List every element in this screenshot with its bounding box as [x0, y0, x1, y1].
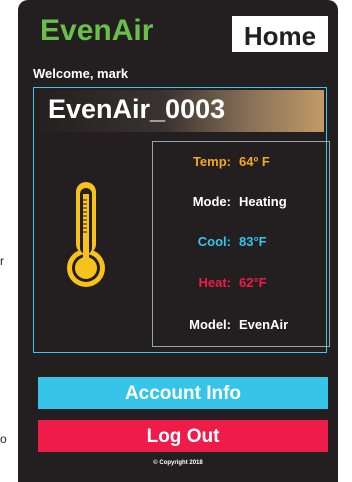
temp-row: Temp: 64º F — [153, 154, 329, 174]
account-info-button[interactable]: Account Info — [38, 377, 328, 409]
device-name-bar: EvenAir_0003 — [36, 90, 324, 132]
cool-label: Cool: — [197, 234, 231, 249]
model-label: Model: — [189, 317, 231, 332]
device-info-panel: Temp: 64º F Mode: Heating Cool: 83°F Hea… — [152, 141, 330, 347]
brand-logo: EvenAir — [40, 14, 154, 47]
log-out-button[interactable]: Log Out — [38, 420, 328, 452]
device-name: EvenAir_0003 — [48, 94, 226, 124]
cool-row: Cool: 83°F — [153, 234, 329, 254]
temp-value: 64º F — [239, 154, 270, 169]
tab-home[interactable]: Home — [232, 16, 328, 52]
heat-value: 62°F — [239, 275, 267, 290]
model-row: Model: EvenAir — [153, 317, 329, 337]
app-screen: EvenAir Home Welcome, mark EvenAir_0003 — [18, 0, 338, 482]
model-value: EvenAir — [239, 317, 289, 332]
mode-row: Mode: Heating — [153, 194, 329, 214]
cool-value: 83°F — [239, 234, 267, 249]
device-panel: EvenAir_0003 Temp: 64º F Mode: Heating C… — [33, 87, 330, 353]
heat-row: Heat: 62°F — [153, 275, 329, 295]
copyright-text: © Copyright 2018 — [153, 460, 203, 466]
temp-label: Temp: — [192, 154, 231, 169]
clipped-edge-text: r — [0, 254, 4, 268]
thermometer-icon — [67, 182, 105, 287]
welcome-message: Welcome, mark — [33, 66, 129, 81]
mode-label: Mode: — [192, 194, 231, 209]
clipped-edge-text: o — [0, 432, 7, 446]
heat-label: Heat: — [198, 275, 231, 290]
mode-value: Heating — [239, 194, 287, 209]
